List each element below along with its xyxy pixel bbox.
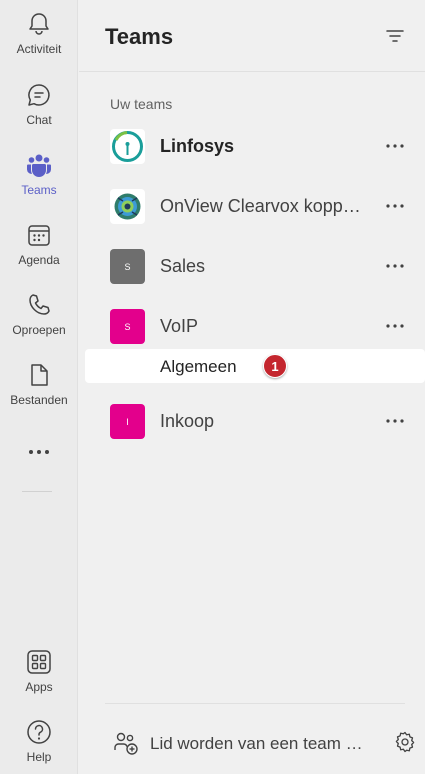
team-avatar-inkoop: I	[110, 404, 145, 439]
ellipsis-icon	[386, 144, 404, 148]
gear-icon[interactable]	[393, 730, 417, 754]
rail-item-oproepen[interactable]: Oproepen	[0, 291, 78, 353]
app-rail: Activiteit Chat Teams Agenda Oproepen Be…	[0, 0, 78, 774]
team-more-button[interactable]	[383, 254, 407, 278]
linfosys-logo-icon	[112, 131, 143, 162]
rail-item-agenda[interactable]: Agenda	[0, 221, 78, 283]
team-item-onview-clearvox[interactable]: OnView Clearvox koppeling	[79, 182, 425, 230]
rail-label: Apps	[25, 680, 53, 694]
team-more-button[interactable]	[383, 409, 407, 433]
avatar-letter: I	[126, 416, 129, 427]
onview-logo-icon	[114, 193, 141, 220]
section-label: Uw teams	[110, 96, 173, 112]
avatar-letter: S	[124, 321, 131, 332]
team-more-button[interactable]	[383, 314, 407, 338]
team-item-voip[interactable]: S VoIP	[79, 302, 425, 350]
rail-divider	[22, 491, 52, 492]
apps-icon	[27, 650, 51, 674]
rail-item-activiteit[interactable]: Activiteit	[0, 10, 78, 72]
calendar-icon	[28, 225, 50, 246]
channel-item-algemeen[interactable]: Algemeen 1	[85, 349, 425, 383]
teams-panel: Teams Uw teams Linfosys OnView Clearvox …	[79, 0, 425, 774]
filter-icon[interactable]	[383, 24, 407, 48]
team-avatar-linfosys	[110, 129, 145, 164]
team-avatar-voip: S	[110, 309, 145, 344]
team-avatar-onview	[110, 189, 145, 224]
channel-name: Algemeen	[160, 357, 237, 376]
rail-item-apps[interactable]: Apps	[0, 648, 78, 710]
unread-badge: 1	[263, 354, 287, 378]
rail-label: Help	[26, 750, 52, 764]
ellipsis-icon	[386, 204, 404, 208]
chat-icon	[28, 84, 50, 106]
ellipsis-icon	[386, 264, 404, 268]
rail-item-bestanden[interactable]: Bestanden	[0, 361, 78, 423]
team-more-button[interactable]	[383, 134, 407, 158]
team-more-button[interactable]	[383, 194, 407, 218]
bell-icon	[29, 13, 49, 35]
ellipsis-icon	[386, 419, 404, 423]
add-people-icon	[114, 732, 138, 755]
rail-label: Agenda	[18, 253, 60, 267]
rail-label: Bestanden	[10, 393, 68, 407]
phone-icon	[29, 294, 50, 315]
ellipsis-icon	[386, 324, 404, 328]
rail-label: Activiteit	[16, 42, 62, 56]
rail-label: Chat	[26, 113, 52, 127]
help-icon	[27, 720, 51, 744]
avatar-letter: S	[124, 261, 131, 272]
more-apps-button[interactable]	[0, 440, 78, 464]
team-item-linfosys[interactable]: Linfosys	[79, 122, 425, 170]
rail-label: Teams	[21, 183, 57, 197]
team-name: Inkoop	[160, 411, 215, 431]
teams-icon	[27, 154, 51, 177]
team-name: VoIP	[160, 316, 199, 336]
rail-item-teams[interactable]: Teams	[0, 151, 78, 213]
ellipsis-icon	[29, 450, 49, 454]
team-item-sales[interactable]: S Sales	[79, 242, 425, 290]
team-name: Sales	[160, 256, 206, 276]
footer-divider	[105, 703, 405, 704]
file-icon	[31, 364, 48, 386]
team-avatar-sales: S	[110, 249, 145, 284]
team-name: OnView Clearvox koppeling	[160, 196, 365, 216]
page-title: Teams	[105, 24, 174, 49]
rail-item-help[interactable]: Help	[0, 718, 78, 774]
team-name: Linfosys	[160, 136, 235, 156]
rail-item-chat[interactable]: Chat	[0, 81, 78, 143]
join-or-create-team-button[interactable]: Lid worden van een team of er een maken	[113, 728, 365, 758]
join-label: Lid worden van een team of er een maken	[150, 734, 365, 753]
team-item-inkoop[interactable]: I Inkoop	[79, 397, 425, 445]
panel-header: Teams	[79, 0, 425, 72]
rail-label: Oproepen	[12, 323, 66, 337]
